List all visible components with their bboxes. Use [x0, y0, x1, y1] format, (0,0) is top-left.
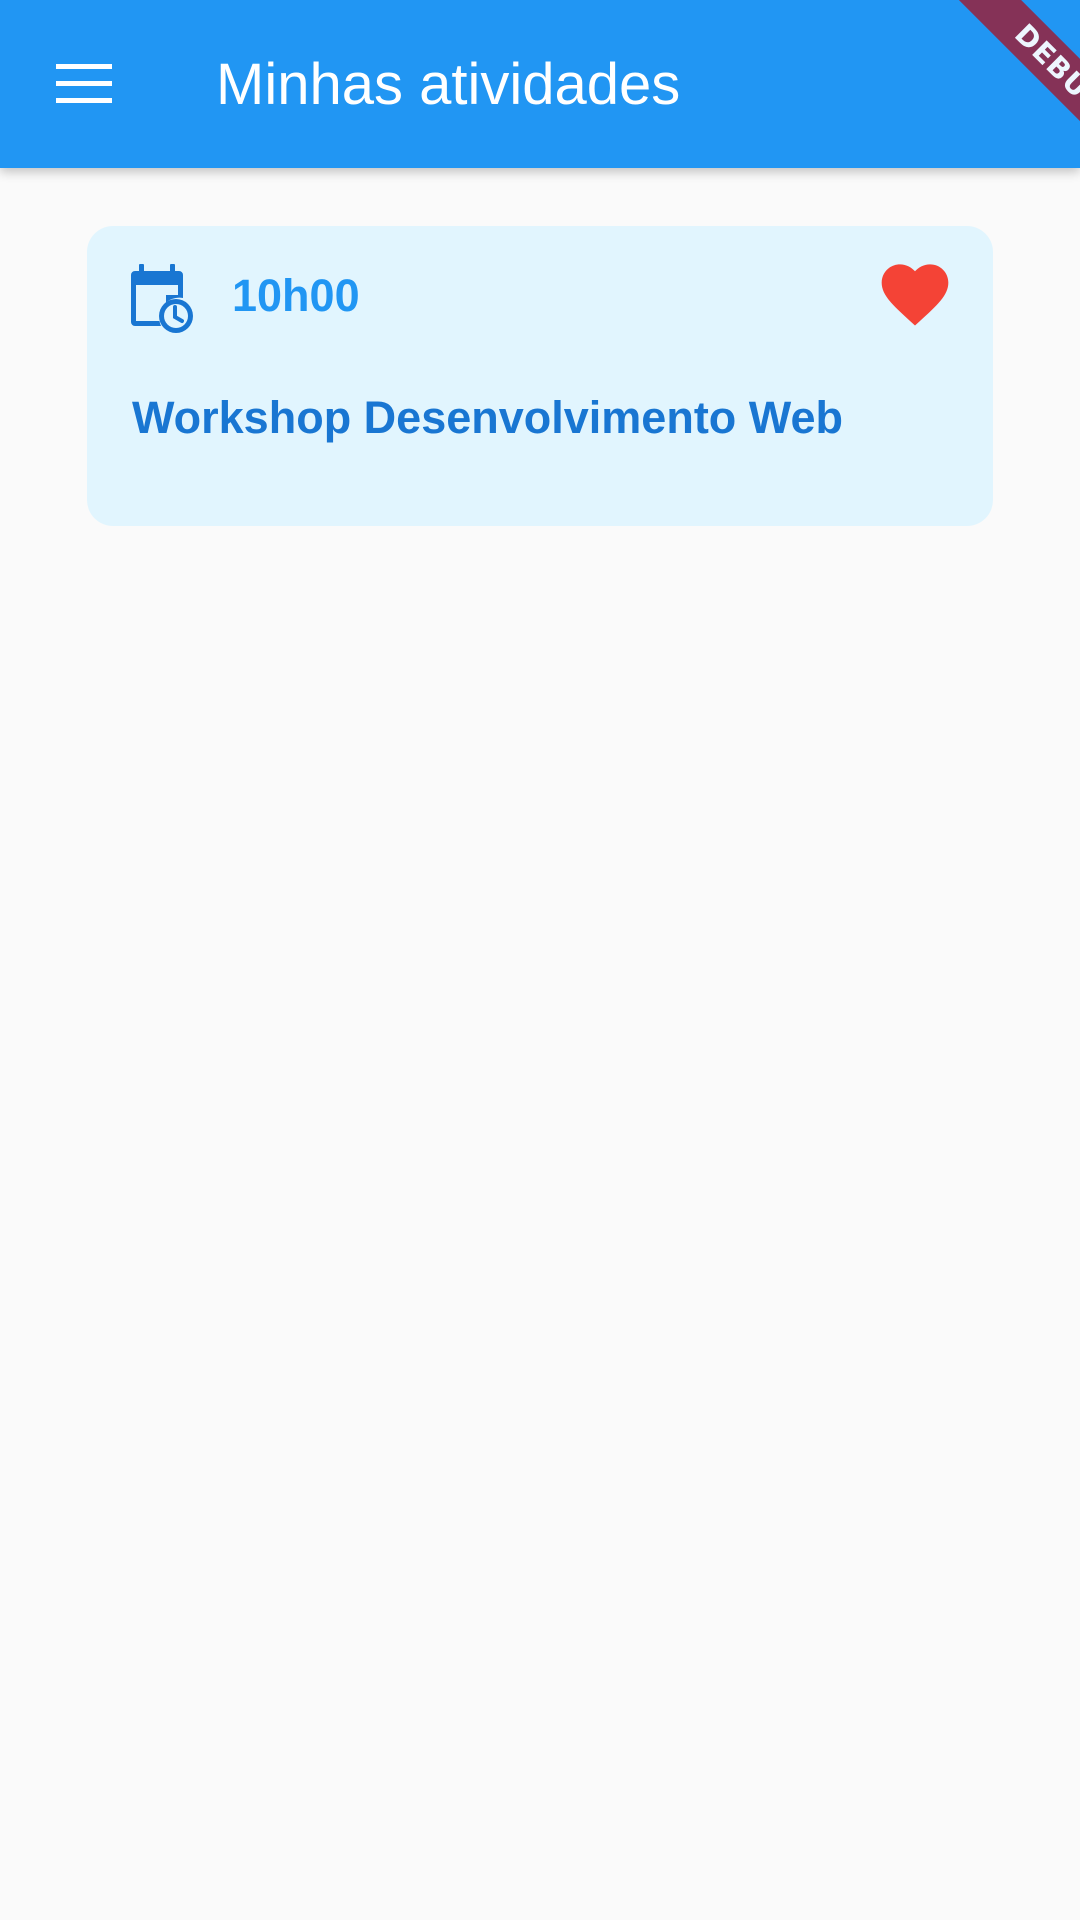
page-title: Minhas atividades [216, 52, 681, 117]
debug-banner: DEBUG [900, 0, 1080, 180]
favorite-button[interactable] [867, 246, 967, 342]
heart-icon [881, 264, 949, 326]
activity-title: Workshop Desenvolvimento Web [132, 392, 843, 443]
debug-banner-label: DEBUG [952, 0, 1080, 178]
app-bar: Minhas atividades DEBUG [0, 0, 1080, 178]
activity-time: 10h00 [232, 270, 360, 321]
menu-button[interactable] [40, 42, 128, 126]
activity-card[interactable]: 10h00 Workshop Desenvolvimento Web [87, 226, 993, 526]
activity-list: 10h00 Workshop Desenvolvimento Web [0, 168, 1080, 1920]
calendar-clock-icon [131, 264, 193, 333]
menu-icon [56, 64, 112, 103]
